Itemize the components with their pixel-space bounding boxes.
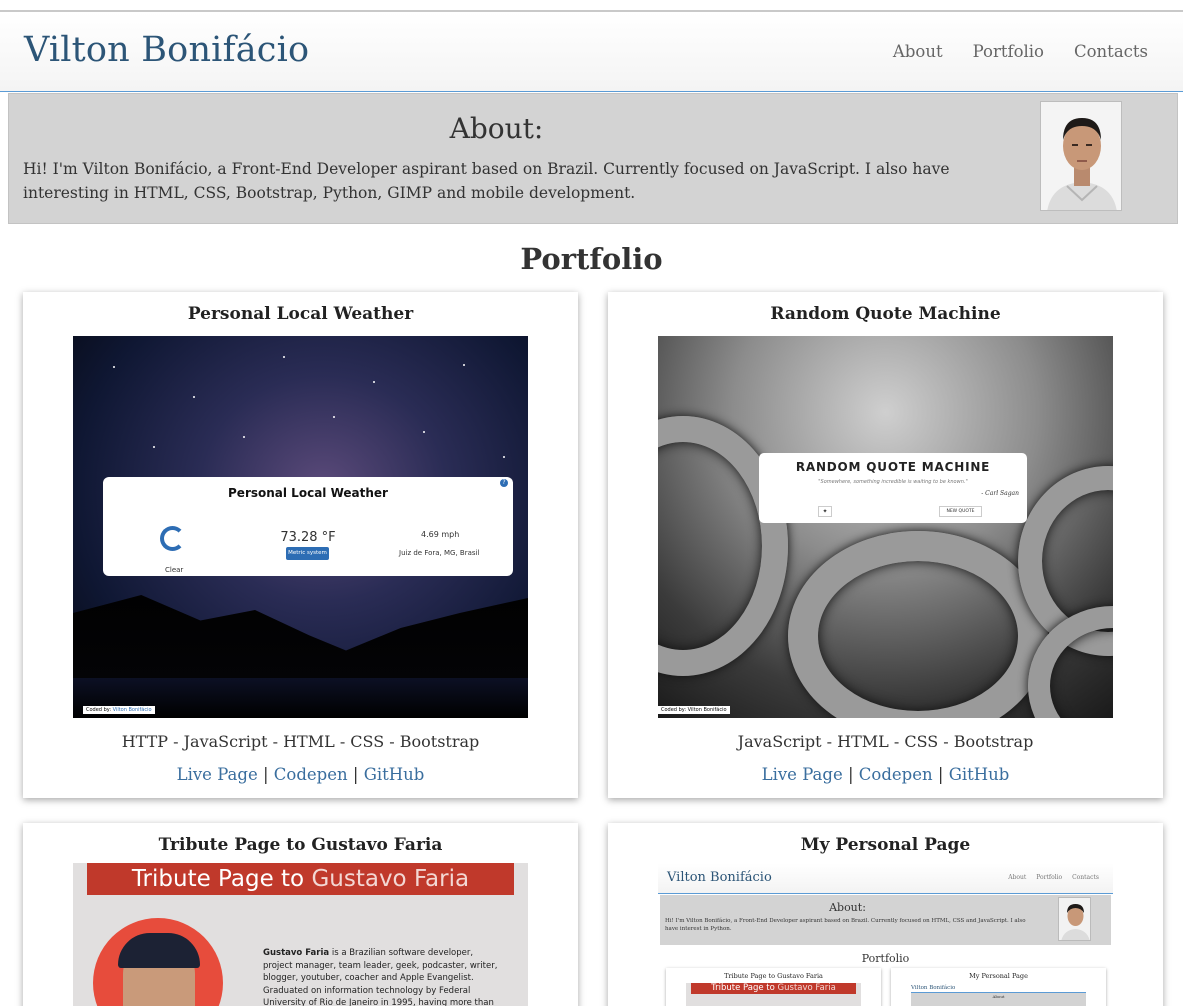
card-title: Tribute Page to Gustavo Faria <box>158 835 443 855</box>
portfolio-card-quote: Random Quote Machine RANDOM QUOTE MACHIN… <box>608 292 1163 798</box>
codepen-link[interactable]: Codepen <box>274 765 348 784</box>
codepen-link[interactable]: Codepen <box>859 765 933 784</box>
star <box>113 366 115 368</box>
weather-condition: Clear <box>165 566 184 574</box>
metric-button: Metric system <box>286 547 329 560</box>
card-links: Live Page | Codepen | GitHub <box>176 765 425 784</box>
mini-navbar: Vilton Bonifácio About Portfolio Contact… <box>658 863 1113 894</box>
quote-author: - Carl Sagan <box>981 490 1019 497</box>
quote-screenshot[interactable]: RANDOM QUOTE MACHINE "Somewhere, somethi… <box>658 336 1113 718</box>
new-quote-button: NEW QUOTE <box>939 506 982 517</box>
github-link[interactable]: GitHub <box>364 765 425 784</box>
location: Juiz de Fora, MG, Brasil <box>399 549 480 557</box>
coded-by-author: Vilton Bonifácio <box>112 707 152 713</box>
mini-tribute: Tribute Page to Gustavo Faria <box>686 983 861 1006</box>
mini-personal: Vilton Bonifácio About <box>911 983 1086 1006</box>
star <box>193 396 195 398</box>
coded-by-label: Coded by: Vilton Bonifácio <box>658 706 730 714</box>
weather-screenshot[interactable]: Personal Local Weather ? Clear 73.28 °F … <box>73 336 528 718</box>
mini-card: My Personal Page Vilton Bonifácio About <box>891 968 1106 1006</box>
portfolio-card-weather: Personal Local Weather Personal Local We… <box>23 292 578 798</box>
star <box>333 416 335 418</box>
star <box>423 431 425 433</box>
cap <box>118 933 200 968</box>
tribute-text: Gustavo Faria is a Brazilian software de… <box>263 947 503 1006</box>
mini-nav: About Portfolio Contacts <box>1008 874 1099 881</box>
card-links: Live Page | Codepen | GitHub <box>761 765 1010 784</box>
twitter-icon: ✦ <box>818 506 832 517</box>
brand-title[interactable]: Vilton Bonifácio <box>24 30 309 70</box>
portfolio-card-tribute: Tribute Page to Gustavo Faria Tribute Pa… <box>23 823 578 1006</box>
mini-mini-brand: Vilton Bonifácio <box>911 983 1086 993</box>
tribute-name: Gustavo Faria <box>263 948 330 958</box>
banner-text: Tribute Page to <box>131 866 305 892</box>
nav-about[interactable]: About <box>893 42 943 61</box>
profile-photo <box>1040 101 1122 211</box>
mini-mini-about: About <box>911 993 1086 1006</box>
mini-brand: Vilton Bonifácio <box>667 870 772 885</box>
coded-by-label: Coded by: Vilton Bonifácio <box>83 706 155 714</box>
mini-portfolio-title: Portfolio <box>861 952 910 965</box>
mini-banner-text: Tribute Page to <box>711 983 775 993</box>
main-nav: About Portfolio Contacts <box>893 42 1148 61</box>
card-title: Random Quote Machine <box>770 304 1001 324</box>
temperature: 73.28 °F <box>280 530 336 545</box>
quote-text: "Somewhere, something incredible is wait… <box>818 479 968 485</box>
about-section: About: Hi! I'm Vilton Bonifácio, a Front… <box>8 93 1178 224</box>
mini-profile-photo <box>1058 897 1091 941</box>
mini-tribute-banner: Tribute Page to Gustavo Faria <box>691 983 856 994</box>
about-text: Hi! I'm Vilton Bonifácio, a Front-End De… <box>23 160 950 202</box>
quote-app-title: RANDOM QUOTE MACHINE <box>795 460 991 474</box>
star <box>463 364 465 366</box>
mini-about-title: About: <box>829 901 866 914</box>
mini-card-title: My Personal Page <box>969 972 1028 980</box>
quote-widget: RANDOM QUOTE MACHINE "Somewhere, somethi… <box>759 453 1027 523</box>
navbar: Vilton Bonifácio About Portfolio Contact… <box>0 12 1183 92</box>
about-title: About: <box>449 112 544 145</box>
nav-contacts[interactable]: Contacts <box>1074 42 1148 61</box>
tribute-screenshot[interactable]: Tribute Page to Gustavo Faria Gustavo Fa… <box>73 863 528 1006</box>
mini-about: About: Hi! I'm Vilton Bonifácio, a Front… <box>660 895 1111 945</box>
moon-icon <box>160 526 185 551</box>
help-icon: ? <box>500 479 508 487</box>
coded-by-prefix: Coded by: <box>86 707 112 713</box>
mini-card: Tribute Page to Gustavo Faria Tribute Pa… <box>666 968 881 1006</box>
tribute-banner: Tribute Page to Gustavo Faria <box>87 863 514 895</box>
live-page-link[interactable]: Live Page <box>177 765 258 784</box>
mini-banner-name: Gustavo Faria <box>777 983 836 993</box>
live-page-link[interactable]: Live Page <box>762 765 843 784</box>
star <box>153 446 155 448</box>
mini-card-title: Tribute Page to Gustavo Faria <box>724 972 823 980</box>
banner-name: Gustavo Faria <box>311 866 470 892</box>
tech-list: JavaScript - HTML - CSS - Bootstrap <box>737 732 1034 751</box>
star <box>283 356 285 358</box>
weather-widget: Personal Local Weather ? Clear 73.28 °F … <box>103 477 513 576</box>
star <box>243 436 245 438</box>
wind-speed: 4.69 mph <box>421 530 460 539</box>
personal-page-screenshot[interactable]: Vilton Bonifácio About Portfolio Contact… <box>658 863 1113 1006</box>
star <box>503 456 505 458</box>
nav-portfolio[interactable]: Portfolio <box>973 42 1044 61</box>
card-title: Personal Local Weather <box>187 304 414 324</box>
weather-app-title: Personal Local Weather <box>228 486 388 500</box>
portfolio-title: Portfolio <box>520 242 663 276</box>
card-title: My Personal Page <box>800 835 971 855</box>
portfolio-card-personal: My Personal Page Vilton Bonifácio About … <box>608 823 1163 1006</box>
mini-about-text: Hi! I'm Vilton Bonifácio, a Front-End De… <box>665 918 1026 932</box>
tech-list: HTTP - JavaScript - HTML - CSS - Bootstr… <box>121 732 480 751</box>
github-link[interactable]: GitHub <box>949 765 1010 784</box>
star <box>373 381 375 383</box>
